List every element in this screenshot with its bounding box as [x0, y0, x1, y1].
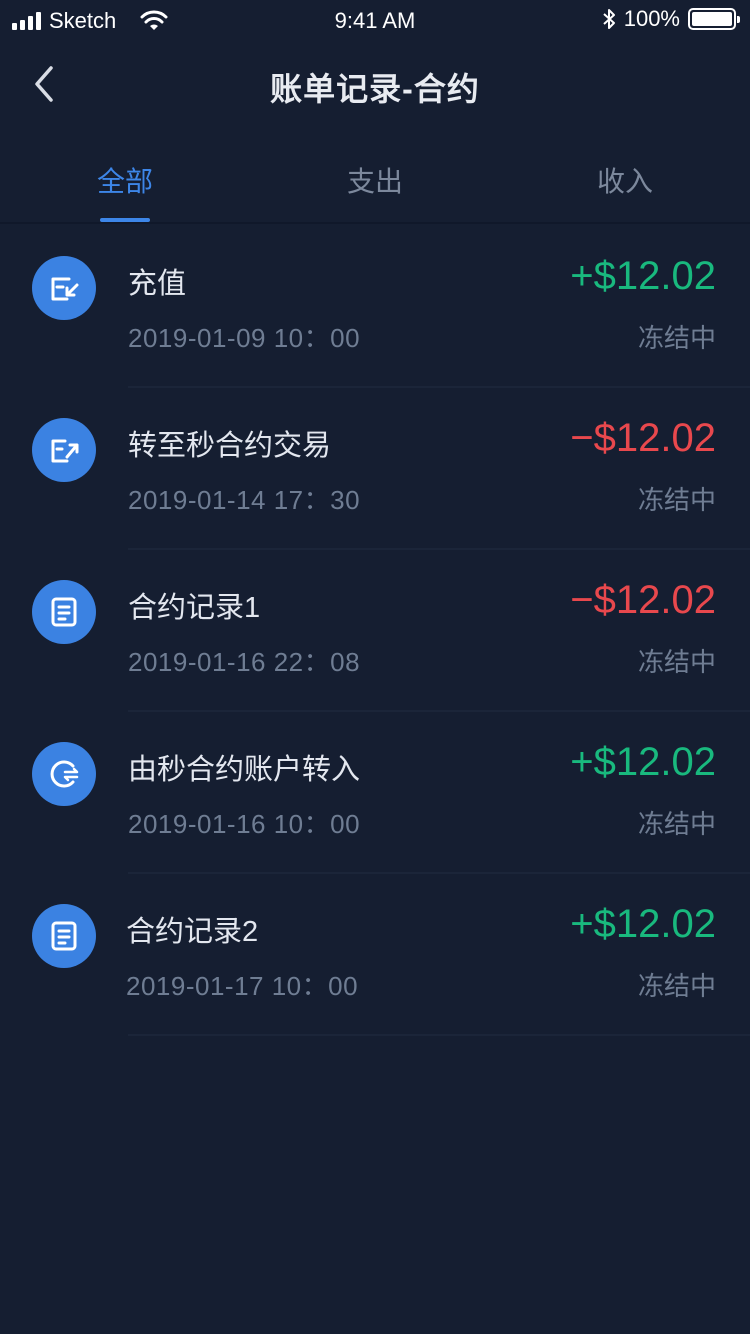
nav-bar: 账单记录-合约 — [0, 40, 750, 132]
list-item[interactable]: 合约记录2 2019-01-17 10：00 +$12.02 冻结中 — [0, 874, 750, 1036]
record-title: 由秒合约账户转入 — [128, 754, 361, 786]
record-title: 合约记录1 — [128, 592, 261, 624]
tab-all[interactable]: 全部 — [0, 132, 250, 222]
record-amount: −$12.02 — [570, 416, 716, 460]
tab-label: 收入 — [596, 166, 653, 197]
status-right: 100% — [602, 6, 740, 32]
list-item[interactable]: 由秒合约账户转入 2019-01-16 10：00 +$12.02 冻结中 — [0, 712, 750, 874]
tab-active-indicator — [100, 218, 150, 222]
record-time: 2019-01-09 10：00 — [128, 323, 361, 353]
battery-percent: 100% — [623, 6, 680, 31]
record-title: 合约记录2 — [126, 916, 259, 948]
page-title: 账单记录-合约 — [270, 71, 480, 107]
record-time: 2019-01-14 17：30 — [128, 485, 361, 515]
list-item[interactable]: 转至秒合约交易 2019-01-14 17：30 −$12.02 冻结中 — [0, 388, 750, 550]
bluetooth-icon — [603, 9, 615, 29]
tab-income[interactable]: 收入 — [500, 132, 750, 222]
deposit-icon — [32, 256, 96, 320]
tab-label: 全部 — [96, 166, 153, 197]
status-bar: Sketch 9:41 AM 100% — [0, 0, 750, 40]
divider — [128, 1034, 750, 1036]
tab-expense[interactable]: 支出 — [250, 132, 500, 222]
record-list: 充值 2019-01-09 10：00 +$12.02 冻结中 转至秒合约交易 … — [0, 226, 750, 1036]
record-amount: +$12.02 — [570, 740, 716, 784]
transfer-in-icon — [32, 742, 96, 806]
filter-tabs: 全部 支出 收入 — [0, 132, 750, 224]
battery-icon — [688, 8, 740, 30]
document-icon — [32, 580, 96, 644]
record-amount: +$12.02 — [570, 902, 716, 946]
record-status: 冻结中 — [637, 647, 716, 677]
record-title: 转至秒合约交易 — [128, 430, 332, 462]
list-item[interactable]: 充值 2019-01-09 10：00 +$12.02 冻结中 — [0, 226, 750, 388]
record-time: 2019-01-16 10：00 — [128, 809, 361, 839]
record-amount: +$12.02 — [570, 254, 716, 298]
list-item[interactable]: 合约记录1 2019-01-16 22：08 −$12.02 冻结中 — [0, 550, 750, 712]
record-status: 冻结中 — [637, 809, 716, 839]
record-status: 冻结中 — [637, 485, 716, 515]
transfer-out-icon — [32, 418, 96, 482]
tab-label: 支出 — [346, 166, 403, 197]
record-time: 2019-01-17 10：00 — [126, 971, 359, 1001]
record-title: 充值 — [128, 268, 187, 300]
record-amount: −$12.02 — [570, 578, 716, 622]
record-status: 冻结中 — [637, 971, 716, 1001]
document-icon — [32, 904, 96, 968]
record-status: 冻结中 — [637, 323, 716, 353]
record-time: 2019-01-16 22：08 — [128, 647, 361, 677]
